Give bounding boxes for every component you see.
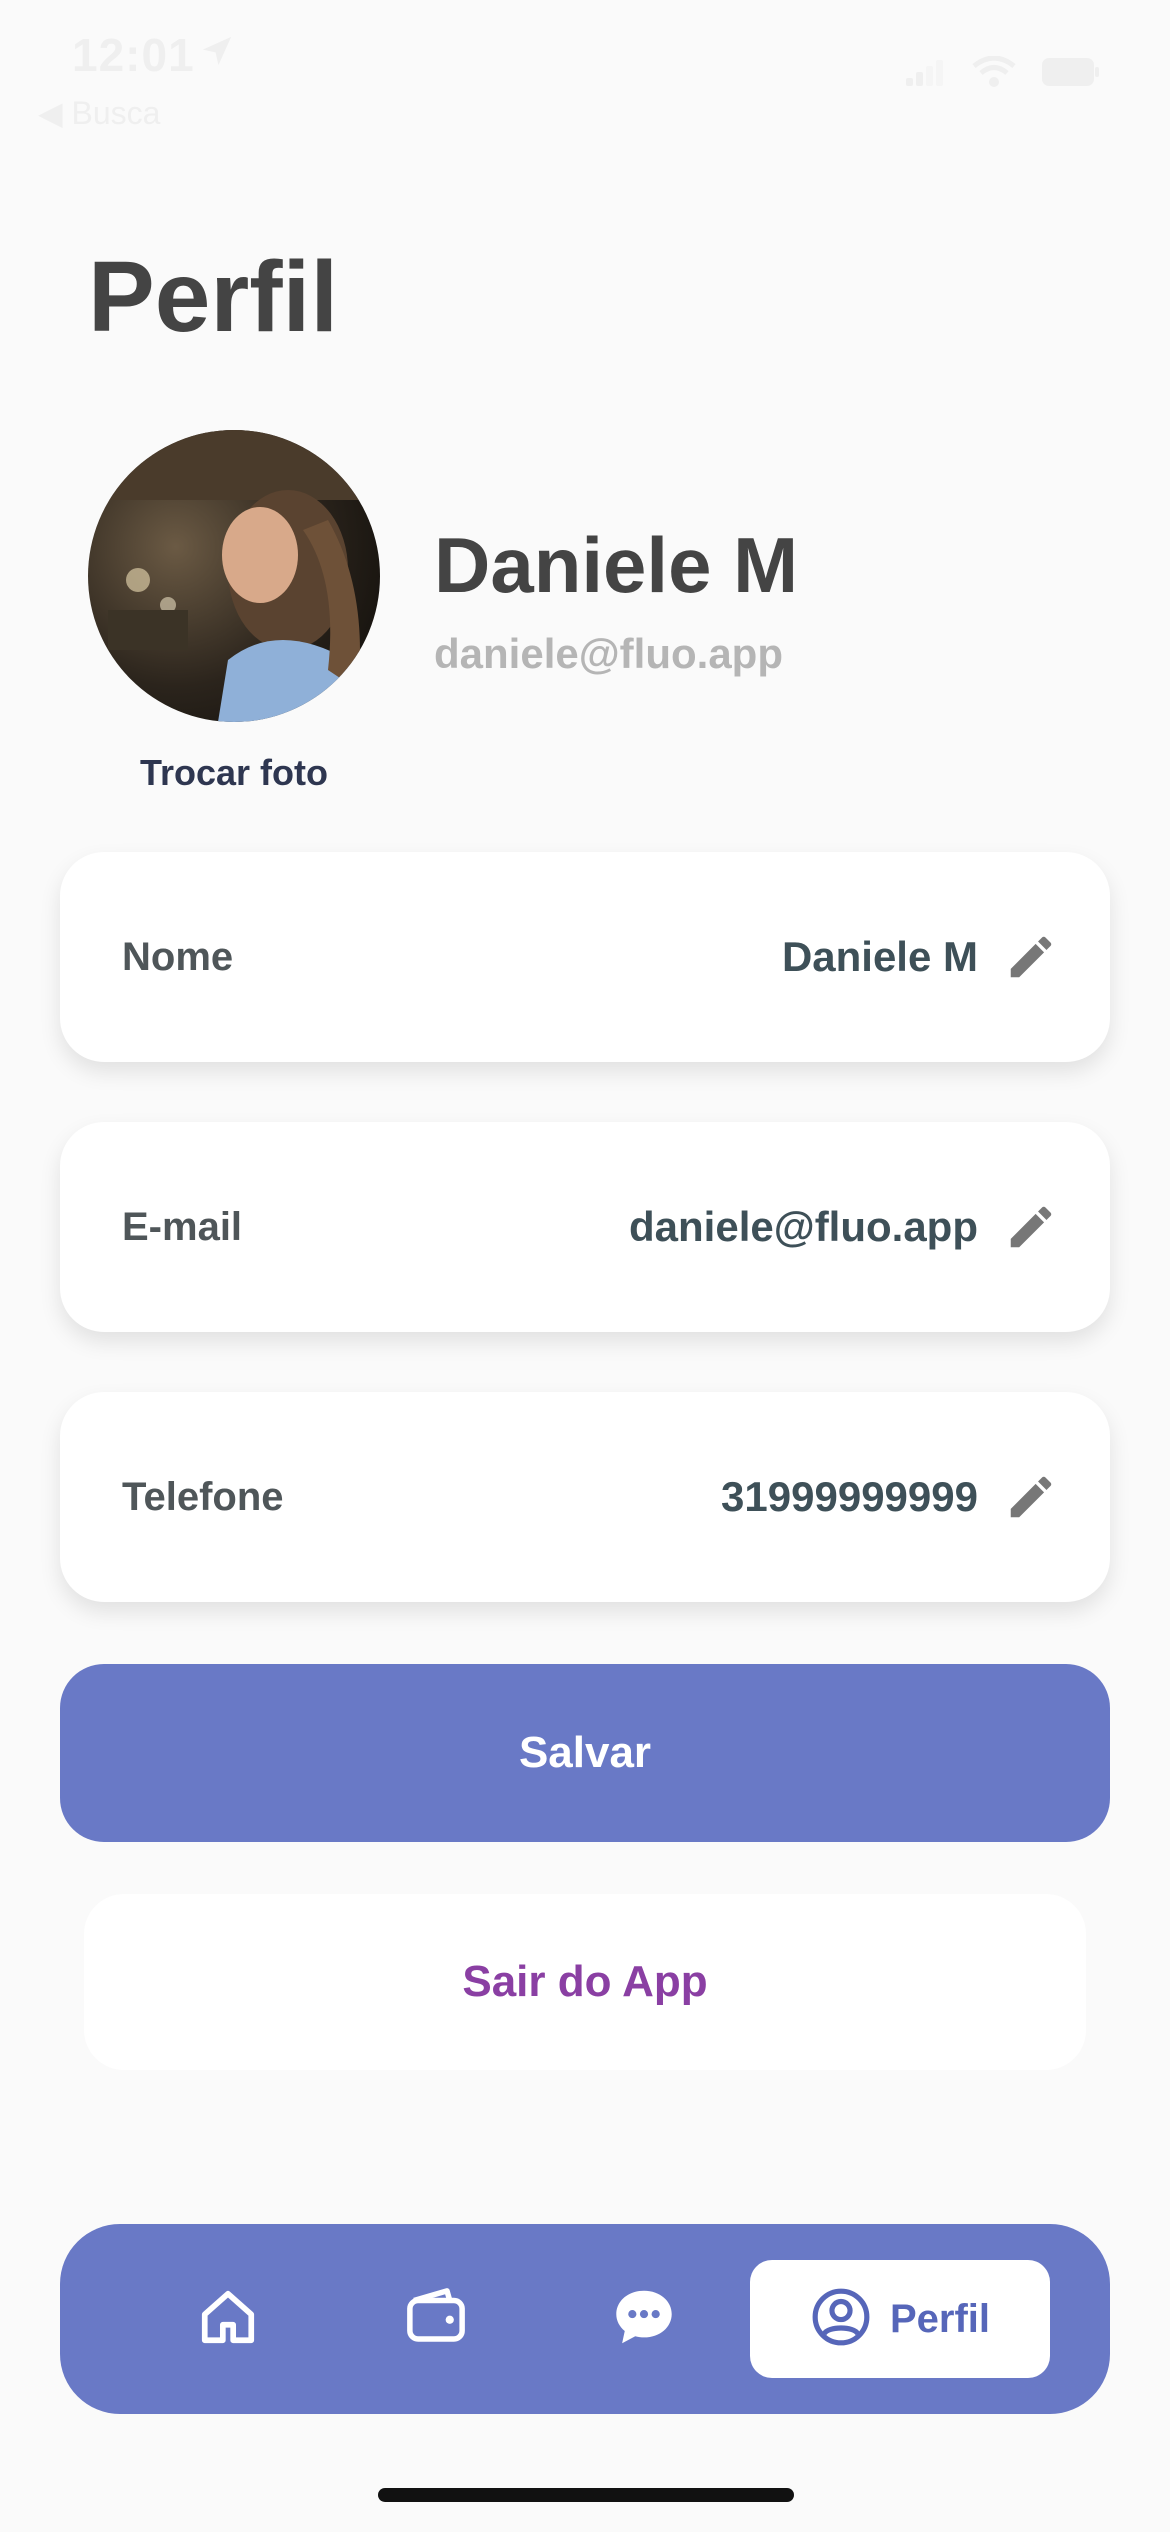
avatar[interactable]	[88, 430, 380, 722]
battery-icon	[1042, 58, 1100, 91]
field-name-card[interactable]: Nome Daniele M	[60, 852, 1110, 1062]
profile-email: daniele@fluo.app	[434, 630, 783, 677]
pencil-icon[interactable]	[1004, 930, 1058, 984]
page-title: Perfil	[88, 241, 339, 353]
field-label: Telefone	[122, 1475, 284, 1519]
tab-home[interactable]	[128, 2224, 328, 2414]
field-value: 31999999999	[721, 1473, 978, 1520]
save-button[interactable]: Salvar	[60, 1664, 1110, 1842]
pencil-icon[interactable]	[1004, 1200, 1058, 1254]
tab-chat[interactable]	[544, 2224, 744, 2414]
tab-wallet[interactable]	[336, 2224, 536, 2414]
location-arrow-icon	[200, 34, 234, 73]
field-label: E-mail	[122, 1205, 243, 1249]
tab-profile-label: Perfil	[889, 2296, 991, 2341]
field-phone-card[interactable]: Telefone 31999999999	[60, 1392, 1110, 1602]
field-value: daniele@fluo.app	[629, 1203, 978, 1250]
pencil-icon[interactable]	[1004, 1470, 1058, 1524]
status-time: 12:01	[72, 29, 195, 81]
change-photo-button[interactable]: Trocar foto	[88, 752, 380, 794]
status-bar: 12:01 ◀ Busca	[0, 0, 1170, 150]
tab-bar: Perfil	[60, 2224, 1110, 2414]
home-icon	[197, 2286, 259, 2353]
back-to-app-link[interactable]: ◀ Busca	[38, 94, 160, 132]
field-label: Nome	[122, 935, 234, 979]
user-circle-icon	[810, 2286, 872, 2353]
profile-name: Daniele M	[434, 521, 799, 609]
tab-profile[interactable]: Perfil	[750, 2260, 1050, 2378]
field-email-card[interactable]: E-mail daniele@fluo.app	[60, 1122, 1110, 1332]
signal-icon	[906, 58, 946, 91]
chat-icon	[609, 2282, 679, 2357]
logout-button[interactable]: Sair do App	[84, 1894, 1086, 2070]
field-value: Daniele M	[781, 933, 978, 980]
wifi-icon	[972, 55, 1016, 93]
status-icons	[906, 55, 1100, 93]
home-indicator	[378, 2488, 794, 2502]
wallet-icon	[403, 2284, 469, 2355]
